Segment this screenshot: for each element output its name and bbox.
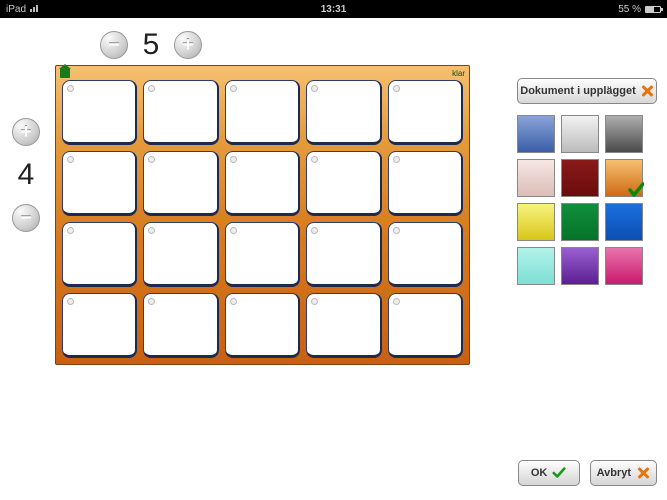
device-label: iPad	[6, 4, 26, 15]
minus-icon: −	[20, 208, 32, 228]
rows-value: 4	[15, 158, 37, 192]
swatch-teal[interactable]	[517, 247, 555, 285]
swatch-yellow[interactable]	[517, 203, 555, 241]
cancel-label: Avbryt	[597, 467, 631, 479]
grid-cell[interactable]	[388, 80, 463, 145]
grid-cell[interactable]	[306, 80, 381, 145]
grid-cell[interactable]	[62, 151, 137, 216]
grid-cell[interactable]	[225, 293, 300, 358]
documents-button[interactable]: Dokument i upplägget	[517, 78, 657, 104]
swatch-orange[interactable]	[605, 159, 643, 197]
swatch-maroon[interactable]	[561, 159, 599, 197]
swatch-blush[interactable]	[517, 159, 555, 197]
rows-control: + 4 −	[12, 118, 40, 232]
swatch-purple[interactable]	[561, 247, 599, 285]
ok-label: OK	[531, 467, 548, 479]
columns-minus-button[interactable]: −	[100, 31, 128, 59]
check-icon	[628, 182, 644, 198]
grid-cell[interactable]	[306, 151, 381, 216]
swatch-silver[interactable]	[561, 115, 599, 153]
documents-button-label: Dokument i upplägget	[520, 85, 636, 97]
swatch-green[interactable]	[561, 203, 599, 241]
grid-cell[interactable]	[62, 222, 137, 287]
grid-cell[interactable]	[62, 293, 137, 358]
cancel-button[interactable]: Avbryt	[590, 460, 657, 486]
grid-cell[interactable]	[143, 222, 218, 287]
close-icon	[636, 466, 650, 480]
battery-icon	[645, 6, 661, 13]
home-icon[interactable]	[60, 68, 70, 78]
rows-minus-button[interactable]: −	[12, 204, 40, 232]
plus-icon: +	[182, 35, 194, 55]
swatch-charcoal[interactable]	[605, 115, 643, 153]
grid-cell[interactable]	[225, 151, 300, 216]
columns-control: − 5 +	[100, 28, 202, 62]
battery-percent: 55 %	[618, 4, 641, 15]
status-bar: iPad 13:31 55 %	[0, 0, 667, 18]
swatch-blue[interactable]	[517, 115, 555, 153]
grid-cell[interactable]	[225, 80, 300, 145]
grid-cell[interactable]	[143, 80, 218, 145]
minus-icon: −	[108, 35, 120, 55]
grid-cell[interactable]	[388, 293, 463, 358]
grid-cell[interactable]	[62, 80, 137, 145]
wifi-icon	[30, 4, 39, 15]
grid-cell[interactable]	[388, 222, 463, 287]
check-icon	[552, 466, 566, 480]
grid-board: klar	[55, 65, 470, 365]
grid-cell[interactable]	[388, 151, 463, 216]
columns-value: 5	[140, 28, 162, 62]
grid-cell[interactable]	[143, 151, 218, 216]
swatch-magenta[interactable]	[605, 247, 643, 285]
grid-cell[interactable]	[306, 222, 381, 287]
ok-button[interactable]: OK	[518, 460, 580, 486]
grid-cell[interactable]	[225, 222, 300, 287]
close-icon	[640, 84, 654, 98]
swatch-royal-blue[interactable]	[605, 203, 643, 241]
dialog-buttons: OK Avbryt	[518, 460, 657, 486]
plus-icon: +	[20, 122, 32, 142]
columns-plus-button[interactable]: +	[174, 31, 202, 59]
grid-cell[interactable]	[306, 293, 381, 358]
grid-cell[interactable]	[143, 293, 218, 358]
rows-plus-button[interactable]: +	[12, 118, 40, 146]
color-palette	[517, 115, 647, 285]
clock: 13:31	[321, 4, 347, 15]
cell-grid	[56, 80, 469, 364]
klar-label[interactable]: klar	[452, 69, 465, 78]
